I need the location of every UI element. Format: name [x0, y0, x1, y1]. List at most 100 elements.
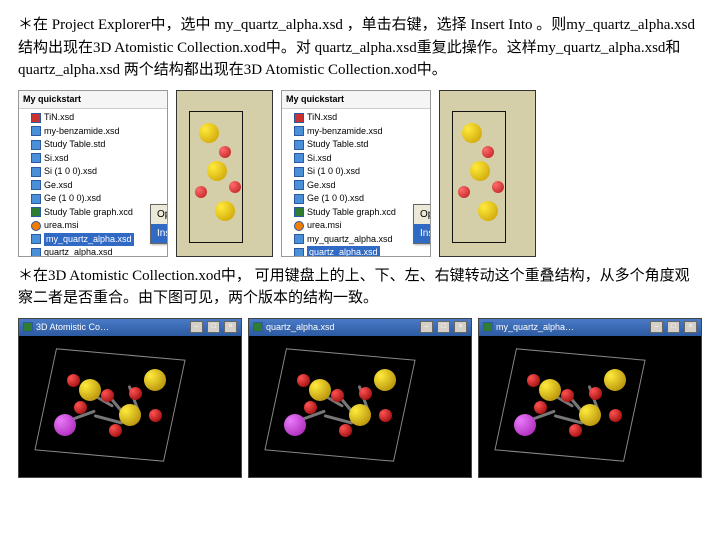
tree-item[interactable]: urea.msi — [31, 219, 165, 233]
atom — [561, 389, 574, 402]
atom-o — [195, 186, 207, 198]
viewer-titlebar: 3D Atomistic Co…–□× — [19, 319, 241, 337]
menu-open[interactable]: Open — [151, 205, 168, 224]
atom — [534, 401, 547, 414]
window-button[interactable]: – — [420, 321, 433, 333]
tree-label: my-benzamide.xsd — [44, 125, 120, 139]
atom-si — [207, 161, 227, 181]
tree-item[interactable]: urea.msi — [294, 219, 428, 233]
menu-open[interactable]: Open — [414, 205, 431, 224]
file-icon — [294, 207, 304, 217]
tree-label: my_quartz_alpha.xsd — [44, 233, 134, 247]
tree-item[interactable]: Ge.xsd — [31, 179, 165, 193]
file-icon — [294, 180, 304, 190]
atom-o — [219, 146, 231, 158]
file-icon — [294, 153, 304, 163]
3d-viewer[interactable]: my_quartz_alpha… –□ × — [478, 318, 702, 478]
viewer-titlebar: quartz_alpha.xsd–□× — [249, 319, 471, 337]
tree-item[interactable]: TiN.xsd — [294, 111, 428, 125]
3d-viewer[interactable]: 3D Atomistic Co…–□× — [18, 318, 242, 478]
atom-si — [199, 123, 219, 143]
file-icon — [31, 180, 41, 190]
window-button[interactable]: □ — [437, 321, 450, 333]
file-icon — [31, 126, 41, 136]
tree-item[interactable]: Si.xsd — [31, 152, 165, 166]
tree-label: urea.msi — [44, 219, 79, 233]
3d-viewer[interactable]: quartz_alpha.xsd–□× — [248, 318, 472, 478]
atom — [514, 414, 536, 436]
tree-title: My quickstart — [19, 91, 167, 110]
file-icon — [294, 234, 304, 244]
atom — [539, 379, 561, 401]
tree-label: Si (1 0 0).xsd — [44, 165, 97, 179]
atom — [309, 379, 331, 401]
tree-item[interactable]: TiN.xsd — [31, 111, 165, 125]
tree-item[interactable]: my_quartz_alpha.xsd — [31, 233, 165, 247]
menu-insert-into[interactable]: Insert Into — [151, 224, 168, 243]
tree-label: Ge (1 0 0).xsd — [44, 192, 101, 206]
viewer-row: 3D Atomistic Co…–□×quartz_alpha.xsd–□×my… — [18, 318, 702, 478]
atom — [379, 409, 392, 422]
tree-item[interactable]: Study Table.std — [31, 138, 165, 152]
tree-label: Study Table.std — [44, 138, 105, 152]
menu-insert-into[interactable]: Insert Into — [414, 224, 431, 243]
atom — [297, 374, 310, 387]
atom — [109, 424, 122, 437]
tree-item[interactable]: Ge (1 0 0).xsd — [31, 192, 165, 206]
tree-item[interactable]: quartz_alpha.xsd — [294, 246, 428, 257]
file-icon — [294, 140, 304, 150]
atom — [349, 404, 371, 426]
context-menu[interactable]: Open Insert Into — [413, 204, 431, 244]
tree-item[interactable]: Si.xsd — [294, 152, 428, 166]
atom — [67, 374, 80, 387]
viewer-icon — [23, 322, 33, 332]
atom — [79, 379, 101, 401]
tree-item[interactable]: Study Table graph.xcd — [294, 206, 428, 220]
viewer-title: my_quartz_alpha… — [496, 321, 574, 335]
atom-si — [470, 161, 490, 181]
atom — [149, 409, 162, 422]
file-icon — [31, 221, 41, 231]
tree-label: urea.msi — [307, 219, 342, 233]
window-button[interactable]: × — [454, 321, 467, 333]
tree-label: TiN.xsd — [44, 111, 74, 125]
atom — [339, 424, 352, 437]
tree-item[interactable]: my-benzamide.xsd — [294, 125, 428, 139]
atom — [304, 401, 317, 414]
tree-item[interactable]: Study Table.std — [294, 138, 428, 152]
tree-item[interactable]: quartz_alpha.xsd — [31, 246, 165, 257]
file-icon — [31, 194, 41, 204]
project-explorer-1: My quickstart TiN.xsdmy-benzamide.xsdStu… — [18, 90, 168, 257]
atom — [331, 389, 344, 402]
tree-item[interactable]: Ge (1 0 0).xsd — [294, 192, 428, 206]
atom-si — [478, 201, 498, 221]
context-menu[interactable]: Open Insert Into — [150, 204, 168, 244]
tree-item[interactable]: Ge.xsd — [294, 179, 428, 193]
atom — [374, 369, 396, 391]
tree-title: My quickstart — [282, 91, 430, 110]
window-button[interactable]: – — [650, 321, 663, 333]
molecule-preview-1 — [176, 90, 273, 257]
viewer-icon — [483, 322, 493, 332]
file-icon — [294, 194, 304, 204]
window-button[interactable]: □ — [667, 321, 680, 333]
atom — [74, 401, 87, 414]
window-button[interactable]: □ — [207, 321, 220, 333]
tree-item[interactable]: Si (1 0 0).xsd — [31, 165, 165, 179]
window-button[interactable]: × — [224, 321, 237, 333]
atom-o — [458, 186, 470, 198]
paragraph-1: ＊在 Project Explorer中，选中 my_quartz_alpha.… — [18, 14, 702, 82]
file-icon — [31, 207, 41, 217]
tree-item[interactable]: Si (1 0 0).xsd — [294, 165, 428, 179]
atom — [527, 374, 540, 387]
atom — [119, 404, 141, 426]
window-button[interactable]: × — [684, 321, 697, 333]
tree-item[interactable]: my-benzamide.xsd — [31, 125, 165, 139]
tree-item[interactable]: Study Table graph.xcd — [31, 206, 165, 220]
tree-label: Ge.xsd — [307, 179, 336, 193]
atom — [579, 404, 601, 426]
tree-label: quartz_alpha.xsd — [307, 246, 380, 257]
window-button[interactable]: – — [190, 321, 203, 333]
tree-item[interactable]: my_quartz_alpha.xsd — [294, 233, 428, 247]
atom — [284, 414, 306, 436]
